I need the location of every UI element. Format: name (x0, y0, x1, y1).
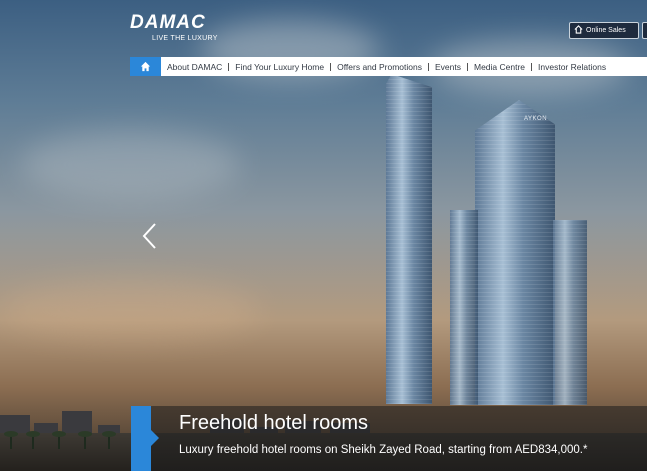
carousel-prev-button[interactable] (140, 222, 160, 250)
nav-item-find-home[interactable]: Find Your Luxury Home (229, 62, 330, 72)
tower-aykon (475, 100, 555, 405)
nav-home-button[interactable] (130, 57, 161, 76)
caption-accent-bar (131, 406, 159, 471)
palm-tree (26, 431, 40, 449)
logo-tagline: LIVE THE LUXURY (152, 35, 218, 42)
palm-tree (4, 431, 18, 449)
logo-wordmark: DAMAC (130, 12, 206, 33)
nav-item-investor[interactable]: Investor Relations (532, 62, 612, 72)
palm-tree (102, 431, 116, 449)
cloud-decoration (20, 130, 240, 200)
tower-left (386, 74, 432, 404)
main-nav: About DAMAC Find Your Luxury Home Offers… (130, 57, 647, 76)
chevron-left-icon (142, 223, 156, 249)
caption-subtitle: Luxury freehold hotel rooms on Sheikh Za… (179, 444, 588, 456)
cloud-decoration (0, 280, 260, 340)
building-sign: AYKON (524, 116, 548, 122)
home-icon (140, 61, 151, 72)
house-icon (574, 25, 583, 36)
online-sales-button[interactable]: Online Sales (569, 22, 639, 39)
online-sales-label: Online Sales (586, 27, 626, 34)
nav-item-media[interactable]: Media Centre (468, 62, 531, 72)
palm-tree (52, 431, 66, 449)
caption-title: Freehold hotel rooms (179, 412, 368, 434)
secondary-header-button[interactable] (642, 22, 647, 39)
damac-logo[interactable]: DAMAC LIVE THE LUXURY (130, 12, 240, 42)
nav-item-events[interactable]: Events (429, 62, 467, 72)
palm-tree (78, 431, 92, 449)
slide-caption[interactable]: Freehold hotel rooms Luxury freehold hot… (131, 406, 647, 471)
nav-item-about[interactable]: About DAMAC (161, 62, 228, 72)
nav-item-offers[interactable]: Offers and Promotions (331, 62, 428, 72)
